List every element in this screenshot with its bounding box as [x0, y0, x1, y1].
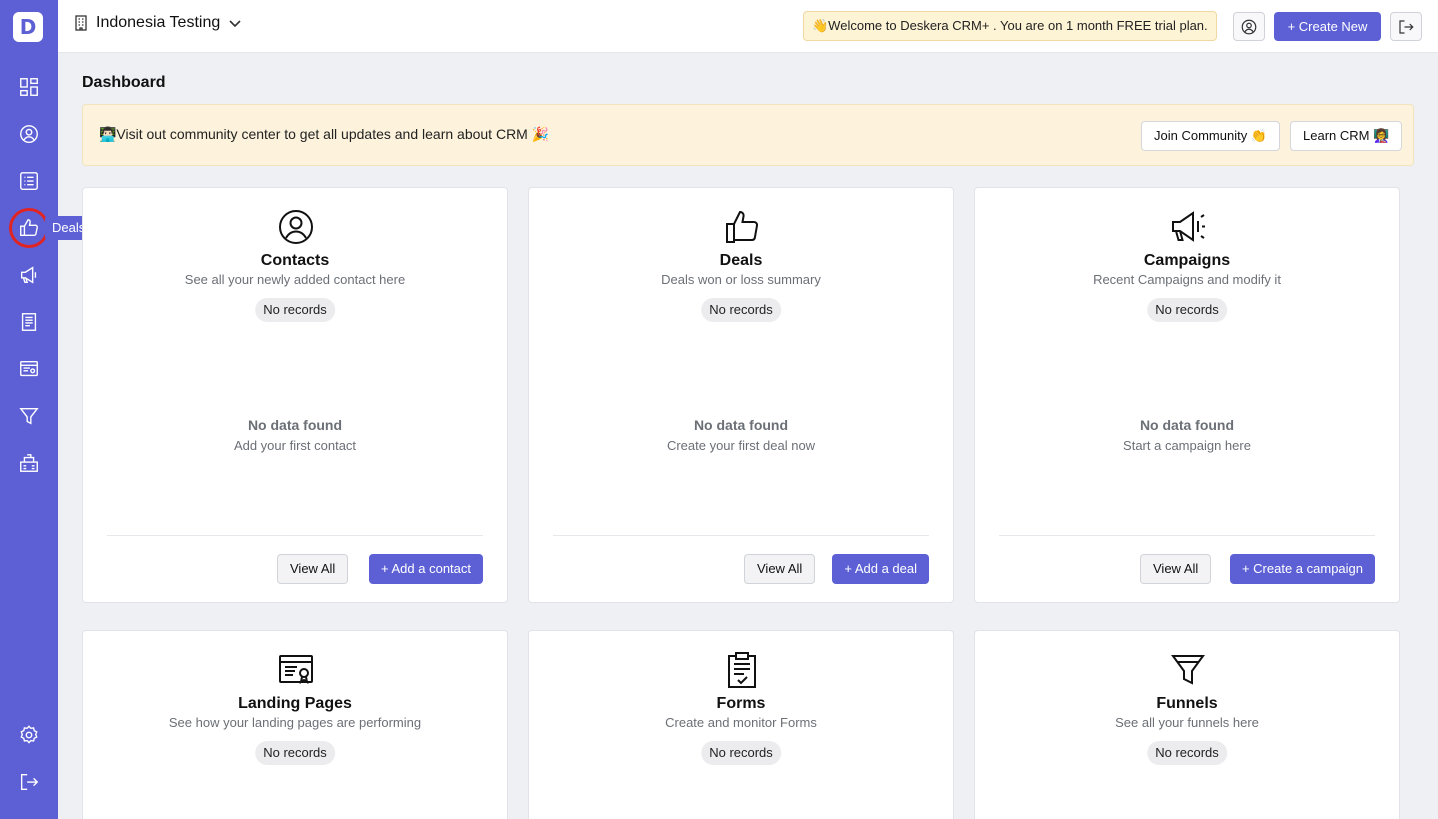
thumbs-up-icon	[723, 208, 761, 246]
deals-card: Deals Deals won or loss summary No recor…	[528, 187, 954, 603]
landing-pages-card: Landing Pages See how your landing pages…	[82, 630, 508, 819]
landing-page-icon	[277, 651, 315, 689]
create-campaign-button[interactable]: + Create a campaign	[1229, 554, 1375, 584]
empty-state-title: No data found	[1139, 417, 1235, 433]
funnels-card: Funnels See all your funnels here No rec…	[974, 630, 1400, 819]
divider	[553, 535, 929, 536]
funnel-icon	[1169, 651, 1207, 689]
org-name: Indonesia Testing	[96, 14, 221, 31]
profile-button[interactable]	[1233, 12, 1265, 41]
funnels-icon[interactable]	[9, 396, 49, 436]
logout-button[interactable]	[1390, 12, 1422, 41]
status-badge: No records	[701, 741, 781, 765]
settings-icon[interactable]	[9, 715, 49, 755]
sidebar: D Deals	[0, 0, 93, 819]
add-deal-button[interactable]: + Add a deal	[832, 554, 929, 584]
card-subtitle: Deals won or loss summary	[661, 272, 821, 287]
card-title: Forms	[716, 695, 766, 712]
card-title: Landing Pages	[238, 695, 352, 712]
page-title: Dashboard	[82, 74, 166, 91]
card-subtitle: See how your landing pages are performin…	[168, 715, 422, 730]
create-new-button[interactable]: + Create New	[1274, 12, 1381, 41]
empty-state-subtitle: Start a campaign here	[1123, 438, 1251, 453]
org-switcher[interactable]: Indonesia Testing	[74, 14, 242, 32]
status-badge: No records	[255, 741, 335, 765]
community-banner: 👨🏻‍💻Visit out community center to get al…	[82, 104, 1414, 166]
view-all-button[interactable]: View All	[1140, 554, 1212, 584]
forms-icon[interactable]	[9, 302, 49, 342]
deals-icon[interactable]	[9, 208, 49, 248]
forms-card: Forms Create and monitor Forms No record…	[528, 630, 954, 819]
megaphone-icon	[1169, 208, 1207, 246]
banner-text: 👨🏻‍💻Visit out community center to get al…	[99, 126, 550, 142]
contacts-icon	[277, 208, 315, 246]
building-icon	[75, 15, 87, 31]
status-badge: No records	[1147, 741, 1227, 765]
trial-notice: 👋Welcome to Deskera CRM+ . You are on 1 …	[803, 11, 1217, 41]
divider	[999, 535, 1375, 536]
card-title: Campaigns	[1143, 252, 1231, 269]
campaigns-icon[interactable]	[9, 255, 49, 295]
user-icon	[1241, 19, 1257, 34]
campaigns-card: Campaigns Recent Campaigns and modify it…	[974, 187, 1400, 603]
status-badge: No records	[1147, 298, 1227, 322]
form-icon	[723, 651, 761, 689]
dashboard-icon[interactable]	[9, 67, 49, 107]
empty-state-subtitle: Create your first deal now	[666, 438, 816, 453]
landing-pages-icon[interactable]	[9, 349, 49, 389]
list-icon[interactable]	[9, 161, 49, 201]
contacts-card: Contacts See all your newly added contac…	[82, 187, 508, 603]
contacts-icon[interactable]	[9, 114, 49, 154]
logout-icon[interactable]	[9, 762, 49, 802]
chevron-down-icon	[229, 20, 241, 28]
card-subtitle: See all your funnels here	[1115, 715, 1259, 730]
empty-state-title: No data found	[247, 417, 343, 433]
app-logo[interactable]: D	[13, 12, 43, 42]
view-all-button[interactable]: View All	[744, 554, 816, 584]
empty-state-title: No data found	[693, 417, 789, 433]
top-header: Indonesia Testing 👋Welcome to Deskera CR…	[58, 0, 1438, 53]
status-badge: No records	[701, 298, 781, 322]
card-subtitle: Create and monitor Forms	[665, 715, 817, 730]
empty-state-subtitle: Add your first contact	[233, 438, 357, 453]
logout-icon	[1399, 19, 1414, 34]
card-title: Deals	[719, 252, 763, 269]
card-subtitle: See all your newly added contact here	[184, 272, 406, 287]
card-title: Contacts	[260, 252, 330, 269]
building-icon[interactable]	[9, 443, 49, 483]
learn-crm-button[interactable]: Learn CRM 👩‍🏫	[1290, 121, 1403, 151]
add-contact-button[interactable]: + Add a contact	[369, 554, 483, 584]
card-subtitle: Recent Campaigns and modify it	[1093, 272, 1281, 287]
status-badge: No records	[255, 298, 335, 322]
card-title: Funnels	[1156, 695, 1218, 712]
join-community-button[interactable]: Join Community 👏	[1141, 121, 1280, 151]
view-all-button[interactable]: View All	[277, 554, 349, 584]
divider	[107, 535, 483, 536]
